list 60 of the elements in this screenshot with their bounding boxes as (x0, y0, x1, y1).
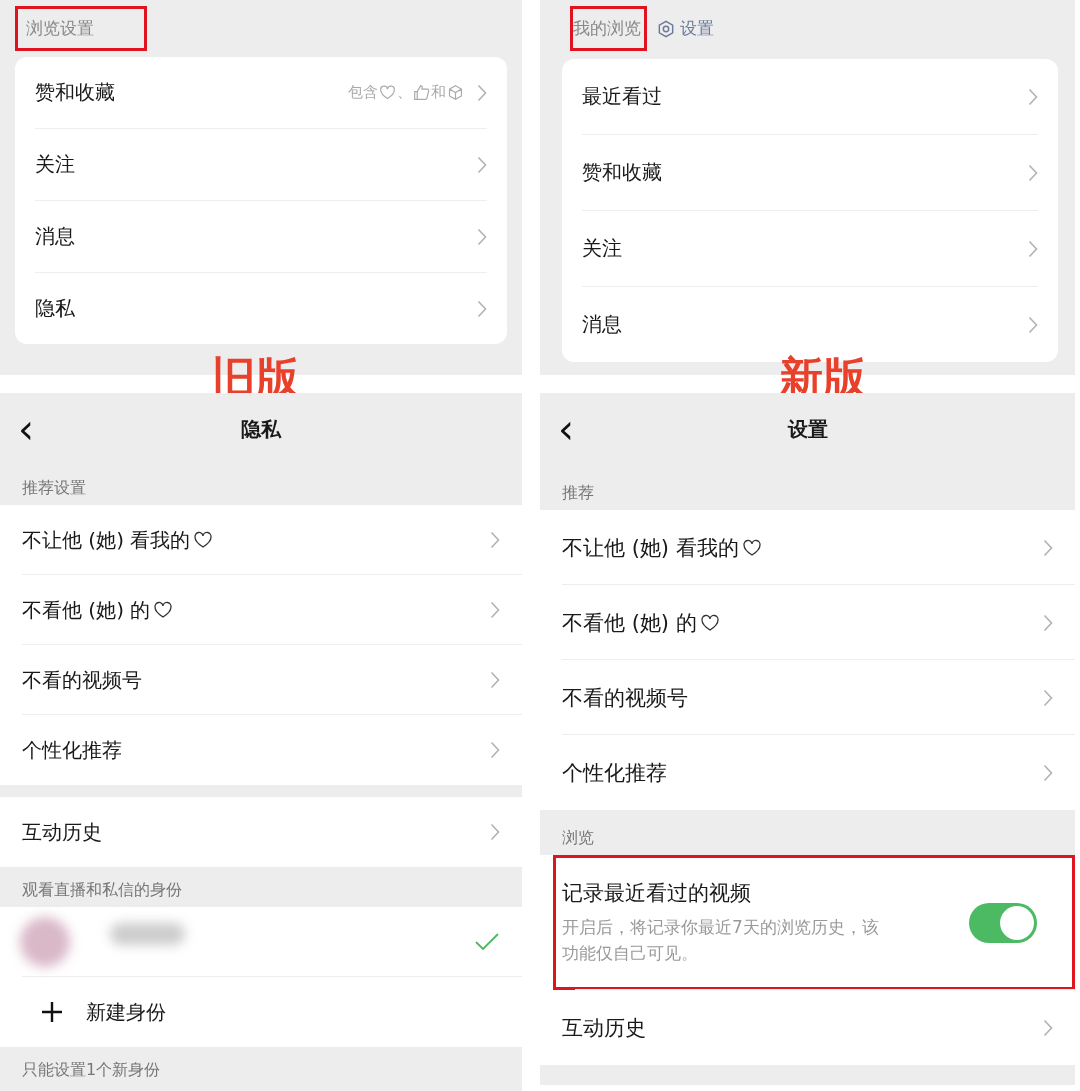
section-header: 推荐 (540, 465, 1075, 510)
thumbs-up-icon (413, 84, 430, 101)
section-header: 浏览设置 (15, 6, 147, 51)
chevron-icon (1043, 763, 1053, 782)
section-header: 浏览 (540, 810, 1075, 855)
menu-item[interactable]: 隐私 (35, 273, 487, 344)
settings-row[interactable]: 不让他 (她) 看我的 (540, 510, 1075, 585)
menu-item[interactable]: 赞和收藏 (582, 135, 1038, 211)
settings-row[interactable]: 个性化推荐 (0, 715, 522, 785)
settings-row[interactable]: 不看他 (她) 的 (0, 575, 522, 645)
section-header: 观看直播和私信的身份 (0, 867, 522, 907)
chevron-icon (1028, 315, 1038, 334)
settings-row[interactable]: 互动历史 (540, 990, 1075, 1065)
detail-text: 、 (397, 83, 412, 102)
detail-text: 包含 (348, 83, 378, 102)
chevron-icon (490, 601, 500, 619)
section-header: 只能设置1个新身份 (0, 1047, 522, 1087)
menu-item[interactable]: 关注 (35, 129, 487, 201)
detail-text: 和 (431, 83, 446, 102)
back-button[interactable]: ‹ (552, 409, 580, 449)
page-title: 隐私 (241, 415, 281, 443)
menu-item[interactable]: 关注 (582, 211, 1038, 287)
toggle-label: 记录最近看过的视频 (562, 880, 752, 907)
toggle-switch[interactable] (969, 902, 1037, 943)
settings-row[interactable]: 互动历史 (0, 797, 522, 867)
settings-icon (657, 19, 675, 38)
menu-item[interactable]: 消息 (35, 201, 487, 273)
chevron-icon (1043, 613, 1053, 632)
chevron-icon (490, 823, 500, 841)
chevron-icon (1028, 87, 1038, 106)
settings-row[interactable]: 不看他 (她) 的 (540, 585, 1075, 660)
blurred-avatar (20, 917, 70, 967)
chevron-icon (1028, 239, 1038, 258)
settings-row[interactable]: 不看的视频号 (540, 660, 1075, 735)
new-identity-row[interactable]: 新建身份 (0, 977, 522, 1047)
page-title: 设置 (787, 415, 828, 443)
settings-row[interactable]: 不让他 (她) 看我的 (0, 505, 522, 575)
section-header: 推荐设置 (0, 465, 522, 505)
heart-icon (379, 84, 396, 101)
section-header: 我的浏览 (570, 6, 647, 51)
chevron-icon (477, 83, 487, 102)
toggle-description: 开启后，将记录你最近7天的浏览历史，该功能仅自己可见。 (562, 916, 880, 965)
chevron-icon (477, 299, 487, 318)
chevron-icon (490, 671, 500, 689)
back-button[interactable]: ‹ (12, 409, 40, 449)
plus-icon (40, 1000, 64, 1024)
chevron-icon (490, 531, 500, 549)
chevron-icon (477, 155, 487, 174)
settings-link[interactable]: 设置 (657, 17, 714, 40)
chevron-icon (490, 741, 500, 759)
cube-icon (447, 84, 464, 101)
chevron-icon (1043, 688, 1053, 707)
chevron-icon (477, 227, 487, 246)
settings-row[interactable]: 个性化推荐 (540, 735, 1075, 810)
menu-item[interactable]: 赞和收藏 包含 、 和 (35, 57, 487, 129)
settings-row[interactable]: 不看的视频号 (0, 645, 522, 715)
chevron-icon (1028, 163, 1038, 182)
chevron-icon (1043, 1018, 1053, 1037)
menu-item[interactable]: 最近看过 (582, 59, 1038, 135)
chevron-icon (1043, 538, 1053, 557)
